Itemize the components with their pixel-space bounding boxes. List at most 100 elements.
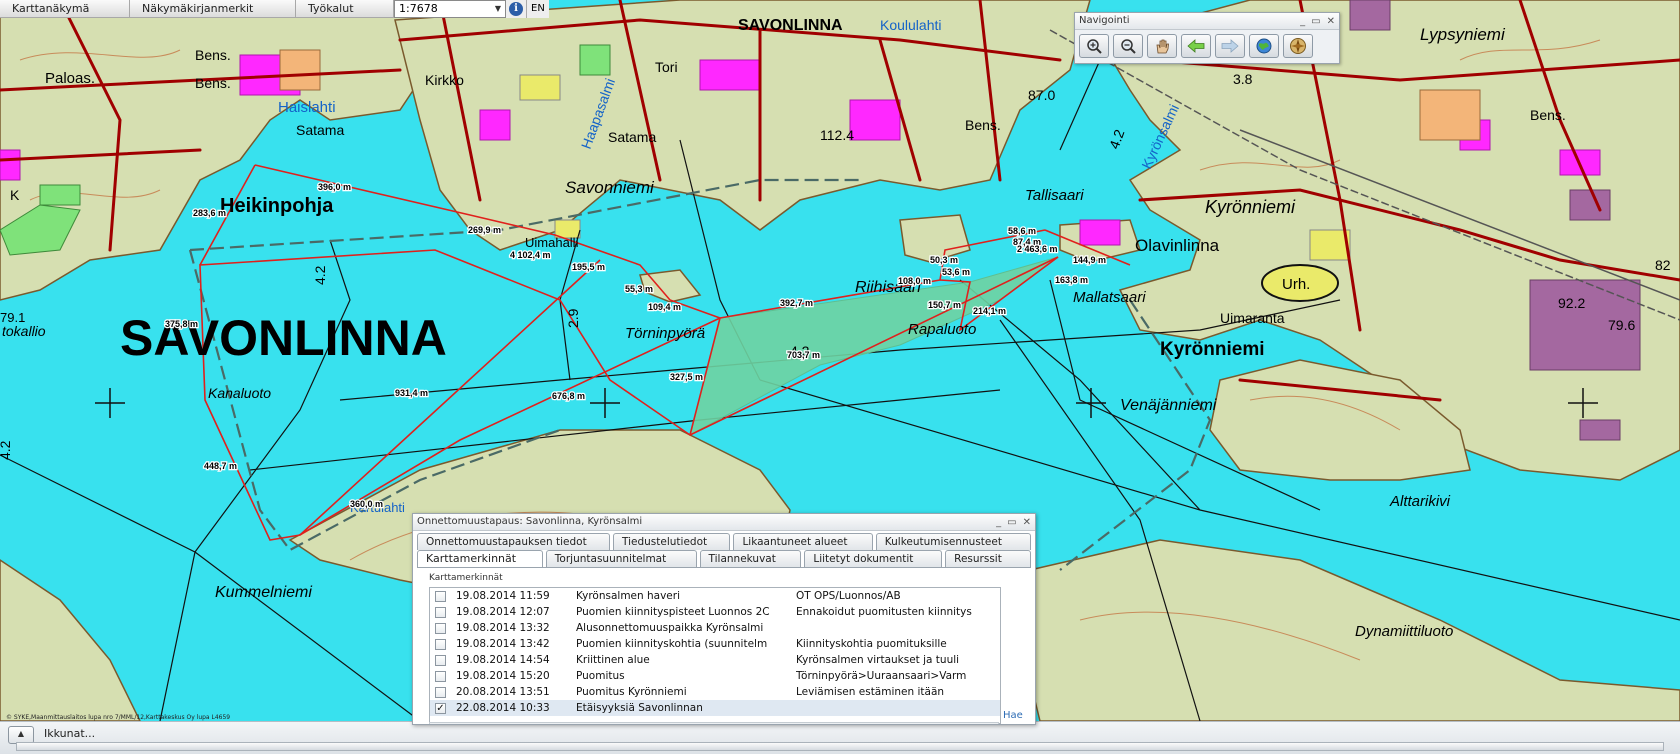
minimize-icon[interactable]: _: [996, 515, 1001, 531]
maximize-icon[interactable]: ▭: [1007, 515, 1016, 531]
label-mallatsaari: Mallatsaari: [1073, 289, 1146, 306]
list-item[interactable]: 20.08.2014 13:51 Puomitus Kyrönniemi Leviä…: [430, 684, 1000, 700]
label-heikinpohja: Heikinpohja: [220, 195, 334, 217]
zoom-in-button[interactable]: [1079, 34, 1109, 58]
tab-tiedustelutiedot[interactable]: Tiedustelutiedot: [613, 533, 731, 550]
row-checkbox[interactable]: [435, 686, 446, 698]
windows-menu[interactable]: Ikkunat...: [44, 727, 95, 740]
distance-label: 163,8 m: [1055, 275, 1088, 285]
list-item[interactable]: 19.08.2014 14:54 Kriittinen alue Kyrönsalm…: [430, 652, 1000, 668]
distance-label: 195,5 m: [572, 262, 605, 272]
distance-label: 50,3 m: [930, 255, 958, 265]
list-item[interactable]: 19.08.2014 11:59 Kyrönsalmen haveri ÖT OPS…: [430, 588, 1000, 604]
list-item[interactable]: ✓ 22.08.2014 10:33 Etäisyyksiä Savonlinnan: [430, 700, 1000, 716]
list-horizontal-scrollbar[interactable]: [429, 722, 999, 724]
row-description: Puomien kiinnityspisteet Luonnos 2C: [576, 606, 770, 618]
maximize-icon[interactable]: ▭: [1311, 14, 1320, 30]
scale-select[interactable]: 1:7678 ▼: [394, 0, 506, 18]
pan-hand-icon: [1156, 39, 1169, 54]
label-tori: Tori: [655, 59, 678, 75]
back-button[interactable]: [1181, 34, 1211, 58]
info-button[interactable]: i: [506, 0, 527, 18]
language-button[interactable]: EN: [527, 0, 549, 18]
label-bens-4: Bens.: [1530, 107, 1566, 123]
scale-value: 1:7678: [399, 2, 438, 15]
label-kirkko: Kirkko: [425, 72, 464, 88]
tab-resurssit[interactable]: Resurssit: [945, 550, 1032, 567]
chevron-down-icon: ▼: [494, 4, 501, 13]
list-item[interactable]: 19.08.2014 13:32 Alusonnettomuuspaikka Ky…: [430, 620, 1000, 636]
navigation-panel: Navigointi _ ▭ ✕: [1074, 12, 1340, 64]
label-k: K: [10, 187, 20, 203]
row-date: 19.08.2014 13:42: [456, 638, 550, 650]
distance-label: 283,6 m: [193, 208, 226, 218]
tab-likaantuneet-alueet[interactable]: Likaantuneet alueet: [733, 533, 873, 550]
menu-nakymakirjanmerkit[interactable]: Näkymäkirjanmerkit: [130, 0, 296, 18]
full-extent-button[interactable]: [1249, 34, 1279, 58]
map-horizontal-scrollbar[interactable]: [16, 742, 1664, 751]
row-checkbox[interactable]: [435, 606, 446, 618]
tab-karttamerkinnat[interactable]: Karttamerkinnät: [417, 550, 543, 567]
menu-karttanakyma[interactable]: Karttanäkymä: [0, 0, 130, 18]
close-icon[interactable]: ✕: [1327, 14, 1335, 30]
label-alttarikivi: Alttarikivi: [1389, 493, 1451, 510]
close-icon[interactable]: ✕: [1023, 515, 1031, 531]
navigation-titlebar[interactable]: Navigointi _ ▭ ✕: [1075, 13, 1339, 30]
zoom-out-icon: [1121, 39, 1136, 54]
list-item[interactable]: 19.08.2014 13:42 Puomien kiinnityskohtia …: [430, 636, 1000, 652]
scrollbar-thumb[interactable]: [17, 743, 1663, 750]
row-description: Puomitus Kyrönniemi: [576, 686, 687, 698]
row-source: Ennakoidut puomitusten kiinnitys: [796, 606, 972, 618]
forward-arrow-icon: [1221, 39, 1239, 53]
distance-label: 392,7 m: [780, 298, 813, 308]
hae-link[interactable]: Hae: [1003, 710, 1023, 721]
row-checkbox[interactable]: [435, 622, 446, 634]
minimize-icon[interactable]: _: [1300, 14, 1305, 30]
tab-tilannekuvat[interactable]: Tilannekuvat: [699, 550, 802, 567]
list-item[interactable]: 19.08.2014 12:07 Puomien kiinnityspisteet…: [430, 604, 1000, 620]
row-description: Alusonnettomuuspaikka Kyrönsalmi: [576, 622, 764, 634]
label-rapaluoto: Rapaluoto: [908, 321, 976, 338]
tab-liitetyt-dokumentit[interactable]: Liitetyt dokumentit: [804, 550, 943, 567]
row-source: Leviämisen estäminen itään: [796, 686, 945, 698]
distance-label: 396,0 m: [318, 182, 351, 192]
distance-label: 448,7 m: [204, 461, 237, 471]
label-depth-38: 3.8: [1233, 71, 1253, 87]
label-depth-42a: 4.2: [312, 265, 328, 285]
forward-button[interactable]: [1215, 34, 1245, 58]
label-depth-29: 2.9: [565, 308, 581, 328]
row-checkbox[interactable]: ✓: [435, 702, 446, 714]
label-satama-1: Satama: [296, 122, 344, 138]
incident-titlebar[interactable]: Onnettomuustapaus: Savonlinna, Kyrönsalm…: [413, 514, 1035, 531]
row-checkbox[interactable]: [435, 590, 446, 602]
label-height-82: 82: [1655, 257, 1671, 273]
row-date: 20.08.2014 13:51: [456, 686, 550, 698]
row-checkbox[interactable]: [435, 670, 446, 682]
back-arrow-icon: [1187, 39, 1205, 53]
tab-torjuntasuunnitelmat[interactable]: Torjuntasuunnitelmat: [545, 550, 697, 567]
compass-button[interactable]: [1283, 34, 1313, 58]
label-satama-2: Satama: [608, 129, 656, 145]
zoom-out-button[interactable]: [1113, 34, 1143, 58]
row-date: 19.08.2014 14:54: [456, 654, 550, 666]
distance-label: 55,3 m: [625, 284, 653, 294]
label-paloas: Paloas.: [45, 70, 95, 87]
row-date: 19.08.2014 15:20: [456, 670, 550, 682]
row-checkbox[interactable]: [435, 654, 446, 666]
pan-button[interactable]: [1147, 34, 1177, 58]
tab-onnettomuustapauksen-tiedot[interactable]: Onnettomuustapauksen tiedot: [417, 533, 611, 550]
label-urh: Urh.: [1282, 276, 1310, 293]
label-koululahti: Koululahti: [880, 17, 942, 33]
label-uimaranta: Uimaranta: [1220, 310, 1285, 326]
row-checkbox[interactable]: [435, 638, 446, 650]
top-toolbar: Karttanäkymä Näkymäkirjanmerkit Työkalut…: [0, 0, 549, 18]
tab-kulkeutumisennusteet[interactable]: Kulkeutumisennusteet: [875, 533, 1031, 550]
distance-label: 144,9 m: [1073, 255, 1106, 265]
label-savonlinna-top: SAVONLINNA: [738, 17, 843, 34]
label-bens-3: Bens.: [965, 117, 1001, 133]
label-height-92: 92.2: [1558, 295, 1585, 311]
label-kanaluoto: Kanaluoto: [208, 385, 271, 401]
label-kyronniemi-2: Kyrönniemi: [1160, 339, 1265, 360]
list-item[interactable]: 19.08.2014 15:20 Puomitus Törninpyörä>Uura…: [430, 668, 1000, 684]
menu-tyokalut[interactable]: Työkalut: [296, 0, 394, 18]
